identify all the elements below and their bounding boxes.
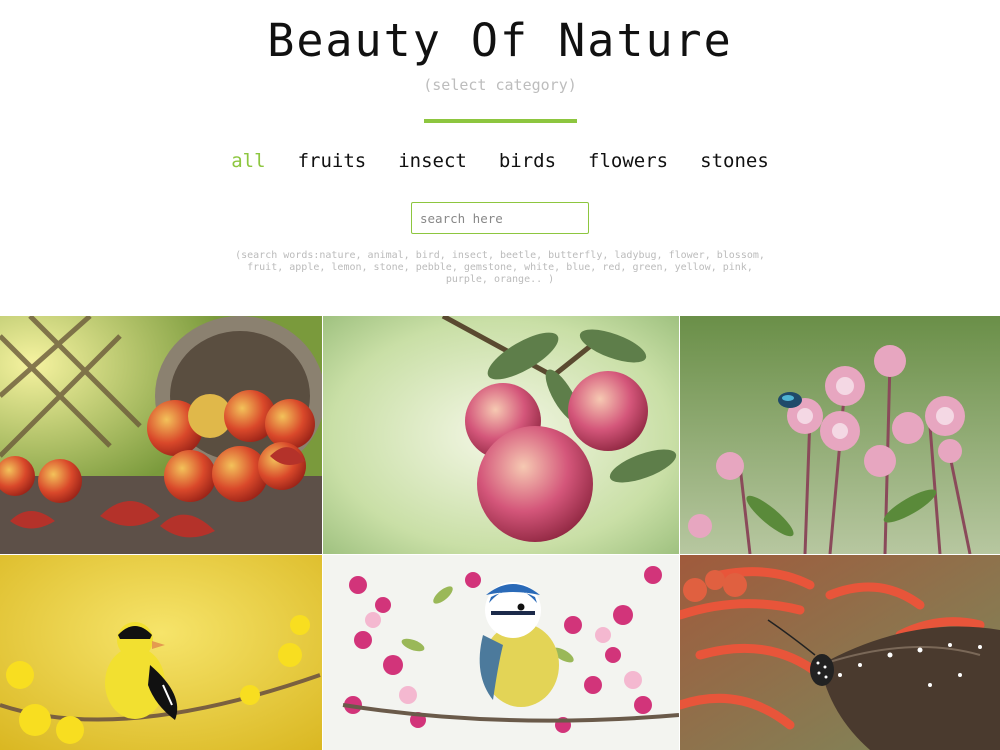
search-hint: (search words:nature, animal, bird, inse… (235, 250, 765, 285)
tab-stones[interactable]: stones (700, 150, 769, 172)
gallery-image-butterfly[interactable] (680, 555, 1000, 750)
gallery-image-beetle-flowers[interactable] (680, 316, 1000, 554)
butterfly-image (680, 555, 1000, 750)
tab-insect[interactable]: insect (398, 150, 467, 172)
beetle-flowers-image (680, 316, 1000, 554)
gallery-image-apples-branch[interactable] (323, 316, 679, 554)
tab-fruits[interactable]: fruits (298, 150, 367, 172)
page-title: Beauty Of Nature (267, 14, 733, 67)
apples-branch-image (323, 316, 679, 554)
search-input[interactable] (411, 202, 589, 234)
image-gallery (0, 316, 1000, 750)
apples-basket-image (0, 316, 322, 554)
category-nav: all fruits insect birds flowers stones (0, 150, 1000, 172)
gallery-image-apples-basket[interactable] (0, 316, 322, 554)
blue-tit-image (323, 555, 679, 750)
page-header: Beauty Of Nature (select category) all f… (0, 0, 1000, 316)
tab-flowers[interactable]: flowers (588, 150, 668, 172)
gallery-image-blue-tit[interactable] (323, 555, 679, 750)
goldfinch-image (0, 555, 322, 750)
tab-all[interactable]: all (231, 150, 265, 172)
tab-birds[interactable]: birds (499, 150, 556, 172)
gallery-image-goldfinch[interactable] (0, 555, 322, 750)
accent-divider (424, 119, 577, 123)
page-subtitle: (select category) (423, 76, 577, 94)
